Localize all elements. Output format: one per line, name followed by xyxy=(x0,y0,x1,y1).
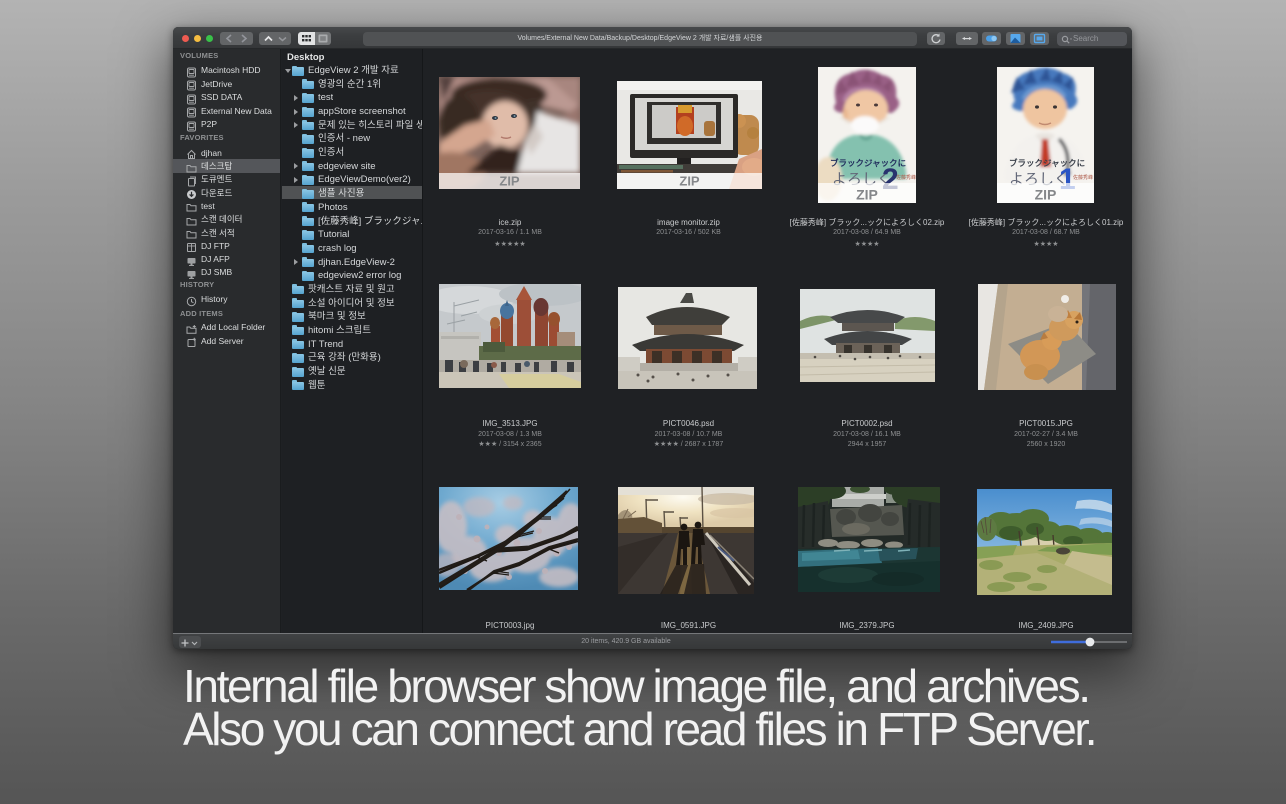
svg-text:ZIP: ZIP xyxy=(499,174,520,189)
svg-text:ZIP: ZIP xyxy=(856,187,878,203)
svg-text:ZIP: ZIP xyxy=(679,174,700,189)
svg-text:ZIP: ZIP xyxy=(1035,187,1057,203)
svg-text:佐藤秀峰: 佐藤秀峰 xyxy=(1073,174,1093,181)
svg-text:佐藤秀峰: 佐藤秀峰 xyxy=(896,174,916,181)
